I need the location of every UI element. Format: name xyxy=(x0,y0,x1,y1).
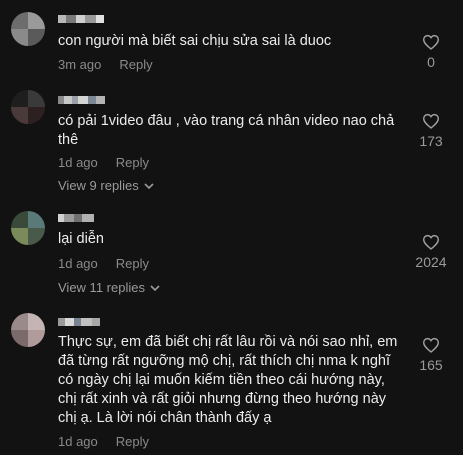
comment-text: con người mà biết sai chịu sửa sai là du… xyxy=(58,33,332,49)
comment-meta: 1d ago Reply xyxy=(58,256,149,271)
view-replies-button[interactable]: View 9 replies xyxy=(58,178,154,193)
comment-text: Thực sự, em đã biết chị rất lâu rồi và n… xyxy=(58,334,398,426)
view-replies-label: View 11 replies xyxy=(58,280,145,295)
timestamp: 1d ago xyxy=(58,434,98,449)
heart-outline-icon xyxy=(422,234,440,250)
avatar[interactable] xyxy=(11,90,45,124)
avatar[interactable] xyxy=(11,313,45,347)
comment-text: có pải 1video đâu , vào trang cá nhân vi… xyxy=(58,113,395,148)
like-button[interactable]: 2024 xyxy=(409,234,453,270)
reply-button[interactable]: Reply xyxy=(116,434,149,449)
reply-button[interactable]: Reply xyxy=(116,155,149,170)
timestamp: 3m ago xyxy=(58,57,102,72)
view-replies-label: View 9 replies xyxy=(58,178,139,193)
like-button[interactable]: 173 xyxy=(413,113,449,149)
username-redacted[interactable] xyxy=(58,96,105,106)
comment-meta: 3m ago Reply xyxy=(58,57,153,72)
username-redacted[interactable] xyxy=(58,214,94,224)
heart-outline-icon xyxy=(422,337,440,353)
comment-text: lại diễn xyxy=(58,231,104,247)
comment-meta: 1d ago Reply xyxy=(58,155,149,170)
heart-outline-icon xyxy=(422,113,440,129)
timestamp: 1d ago xyxy=(58,155,98,170)
like-count: 2024 xyxy=(415,254,447,270)
chevron-down-icon xyxy=(150,284,160,291)
avatar[interactable] xyxy=(11,12,45,46)
chevron-down-icon xyxy=(144,182,154,189)
comment-meta: 1d ago Reply xyxy=(58,434,149,449)
timestamp: 1d ago xyxy=(58,256,98,271)
reply-button[interactable]: Reply xyxy=(119,57,152,72)
username-redacted[interactable] xyxy=(58,318,100,328)
avatar[interactable] xyxy=(11,211,45,245)
like-count: 173 xyxy=(419,133,443,149)
reply-button[interactable]: Reply xyxy=(116,256,149,271)
like-button[interactable]: 165 xyxy=(413,337,449,373)
view-replies-button[interactable]: View 11 replies xyxy=(58,280,160,295)
like-count: 0 xyxy=(427,54,435,70)
like-count: 165 xyxy=(419,357,443,373)
heart-outline-icon xyxy=(422,34,440,50)
like-button[interactable]: 0 xyxy=(413,34,449,70)
username-redacted[interactable] xyxy=(58,15,104,25)
